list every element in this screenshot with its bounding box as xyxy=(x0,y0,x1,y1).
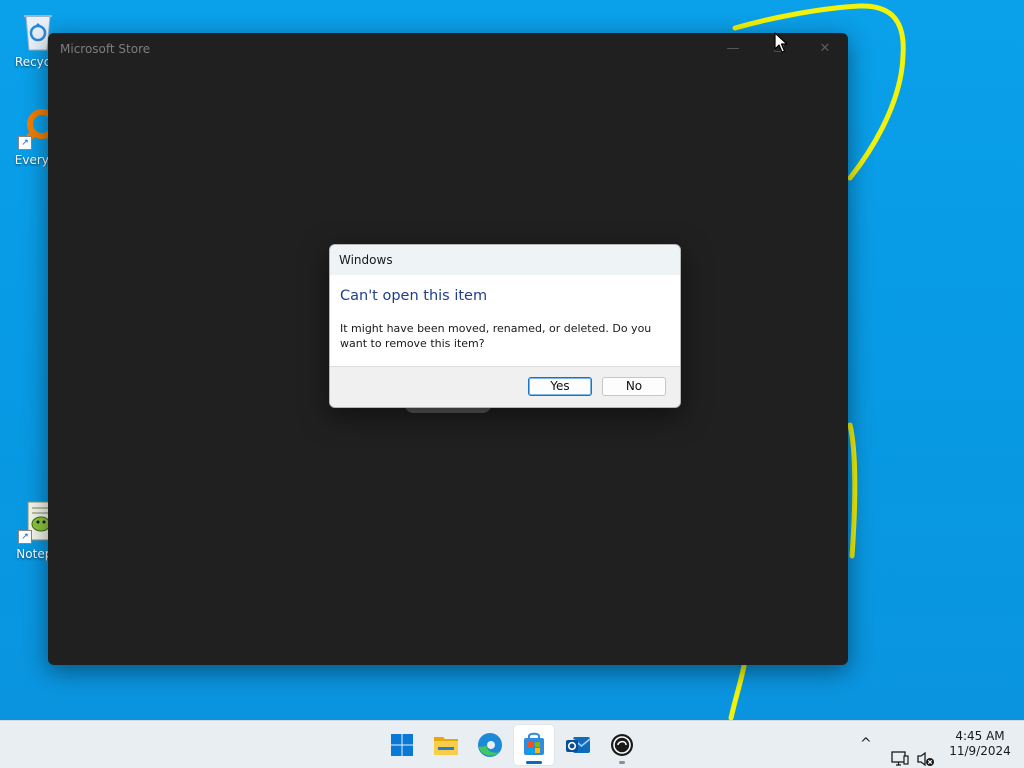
shortcut-arrow-icon: ↗ xyxy=(18,136,32,150)
volume-muted-icon[interactable] xyxy=(916,735,936,768)
taskbar-microsoft-store[interactable] xyxy=(514,725,554,765)
dialog-message: It might have been moved, renamed, or de… xyxy=(340,322,652,350)
microsoft-store-icon xyxy=(524,732,544,755)
outlook-icon xyxy=(566,737,591,753)
taskbar-start-button[interactable] xyxy=(382,725,422,765)
error-dialog: Windows Can't open this item It might ha… xyxy=(329,244,681,408)
window-titlebar[interactable]: Microsoft Store — ☐ ✕ xyxy=(48,33,848,65)
minimize-button[interactable]: — xyxy=(710,33,756,65)
no-button[interactable]: No xyxy=(602,377,666,396)
show-hidden-icons-button[interactable]: ^ xyxy=(860,736,872,768)
taskbar-file-explorer[interactable] xyxy=(426,725,466,765)
desktop: Recycle ↗ Everyth ↗ Notepa Microsoft Sto… xyxy=(0,0,1024,720)
taskbar: ^ 4:45 AM 11/9/2024 xyxy=(0,720,1024,768)
edge-browser-icon xyxy=(478,733,502,757)
taskbar-outlook[interactable] xyxy=(558,725,598,765)
taskbar-clock[interactable]: 4:45 AM 11/9/2024 xyxy=(940,729,1020,759)
shortcut-arrow-icon: ↗ xyxy=(18,530,32,544)
dialog-body: Can't open this item It might have been … xyxy=(330,275,680,367)
clock-time: 4:45 AM xyxy=(955,729,1005,743)
yes-button[interactable]: Yes xyxy=(528,377,592,396)
dialog-footer: Yes No xyxy=(330,366,680,407)
circular-app-icon xyxy=(611,734,633,756)
folder-icon xyxy=(434,737,458,755)
running-app-indicator xyxy=(619,761,625,764)
clock-date: 11/9/2024 xyxy=(949,744,1011,758)
windows-logo-icon xyxy=(391,734,413,756)
mouse-cursor-icon xyxy=(774,32,788,53)
active-app-indicator xyxy=(526,761,542,764)
dialog-titlebar[interactable]: Windows xyxy=(330,245,680,275)
window-title: Microsoft Store xyxy=(60,42,151,56)
close-button[interactable]: ✕ xyxy=(802,33,848,65)
dialog-title: Windows xyxy=(339,253,393,267)
dialog-heading: Can't open this item xyxy=(340,288,488,304)
taskbar-app[interactable] xyxy=(602,725,642,765)
taskbar-edge[interactable] xyxy=(470,725,510,765)
network-icon[interactable] xyxy=(890,735,910,768)
